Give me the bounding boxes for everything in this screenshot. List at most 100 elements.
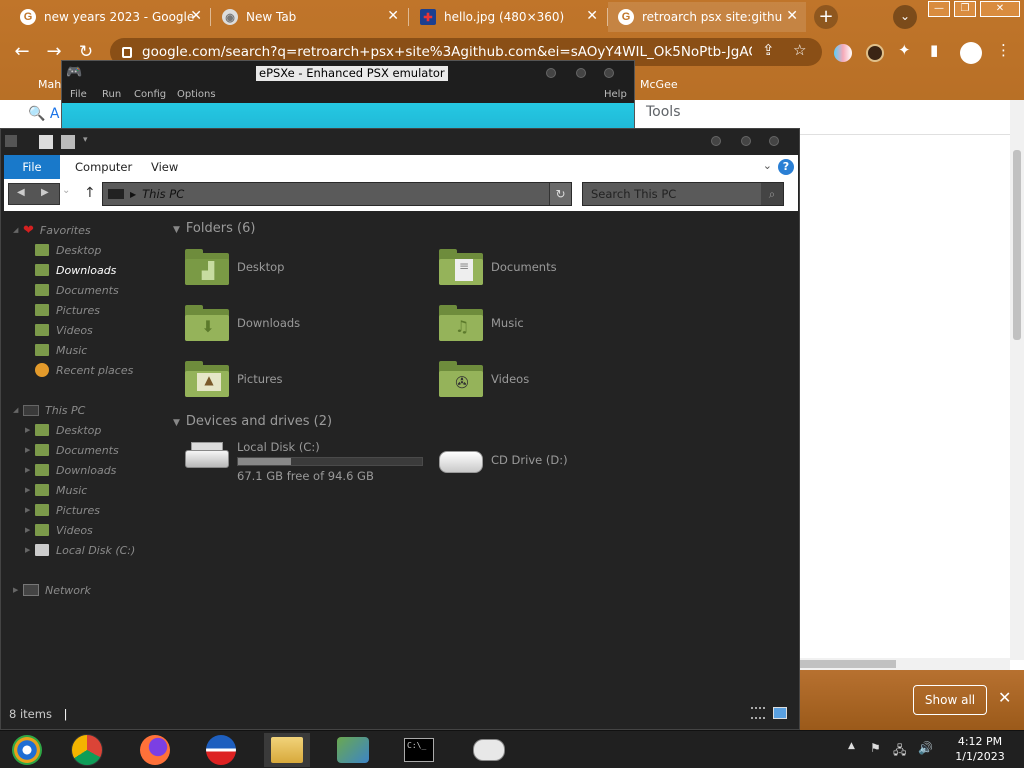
extension-icon[interactable] <box>834 44 852 62</box>
chevron-down-icon[interactable]: ▾ <box>83 135 97 149</box>
large-icons-view-icon[interactable] <box>772 707 787 719</box>
chevron-right-icon[interactable]: ▶ <box>130 190 136 199</box>
tools-link[interactable]: Tools <box>646 104 681 120</box>
bookmark-item[interactable]: Mah <box>38 78 61 91</box>
show-all-button[interactable]: Show all <box>913 685 987 715</box>
chevron-right-icon[interactable]: ▶ <box>25 506 35 514</box>
close-button[interactable] <box>769 136 779 146</box>
back-button[interactable]: ← <box>10 40 34 64</box>
expand-icon[interactable]: ◢ <box>13 406 23 414</box>
maximize-button[interactable] <box>576 68 586 78</box>
close-icon[interactable]: ✕ <box>998 688 1011 707</box>
collapse-icon[interactable]: ▼ <box>173 225 180 235</box>
nav-pc-desktop[interactable]: ▶ Desktop <box>25 421 101 439</box>
nav-favorites-pictures[interactable]: Pictures <box>35 301 100 319</box>
extension-icon[interactable] <box>866 44 884 62</box>
back-arrow-icon[interactable]: ◀ <box>17 187 25 198</box>
nav-this-pc[interactable]: ◢ This PC <box>13 401 85 419</box>
recent-locations-icon[interactable]: ⌄ <box>62 185 70 196</box>
forward-arrow-icon[interactable]: ▶ <box>41 187 49 198</box>
folder-item-downloads[interactable]: ⬇ Downloads <box>185 305 300 341</box>
profile-avatar-icon[interactable] <box>960 42 982 64</box>
nav-favorites-desktop[interactable]: Desktop <box>35 241 101 259</box>
folder-item-pictures[interactable]: ▲ Pictures <box>185 361 283 397</box>
drive-item-local-disk[interactable]: Local Disk (C:) 67.1 GB free of 94.6 GB <box>185 440 423 483</box>
properties-icon[interactable] <box>39 135 53 149</box>
share-icon[interactable]: ⇪ <box>762 41 775 59</box>
chevron-right-icon[interactable]: ▶ <box>13 586 23 594</box>
horizontal-scrollbar[interactable] <box>800 658 1010 670</box>
folder-item-desktop[interactable]: ▟ Desktop <box>185 249 284 285</box>
chevron-right-icon[interactable]: ▶ <box>25 526 35 534</box>
action-center-flag-icon[interactable]: ⚑ <box>870 741 881 755</box>
chevron-right-icon[interactable]: ▶ <box>25 426 35 434</box>
bookmark-item[interactable]: McGee <box>640 78 678 91</box>
search-input[interactable]: Search This PC ⌕ <box>582 182 784 206</box>
vertical-scrollbar[interactable] <box>1010 100 1024 660</box>
taskbar-cmd[interactable]: C:\_ <box>396 733 442 767</box>
tab-computer[interactable]: Computer <box>75 155 132 179</box>
browser-tab-active[interactable]: G retroarch psx site:githu ✕ <box>608 2 806 32</box>
chevron-right-icon[interactable]: ▶ <box>25 466 35 474</box>
close-tab-icon[interactable]: ✕ <box>586 8 598 24</box>
chevron-down-icon[interactable]: ⌄ <box>763 159 772 172</box>
folders-group-header[interactable]: ▼ Folders (6) <box>173 221 255 236</box>
help-icon[interactable]: ? <box>778 159 794 175</box>
scroll-thumb[interactable] <box>800 660 896 668</box>
tab-search-button[interactable]: ⌄ <box>893 5 917 29</box>
minimize-button[interactable] <box>546 68 556 78</box>
menu-file[interactable]: File <box>70 89 87 100</box>
address-field[interactable]: ▶ This PC ↻ <box>102 182 572 206</box>
menu-kebab-icon[interactable]: ⋮ <box>996 41 1011 59</box>
minimize-button[interactable]: — <box>928 1 950 17</box>
start-button[interactable] <box>4 733 50 767</box>
nav-favorites-videos[interactable]: Videos <box>35 321 93 339</box>
browser-tab[interactable]: ◉ New Tab ✕ <box>212 2 407 32</box>
menu-run[interactable]: Run <box>102 89 121 100</box>
close-tab-icon[interactable]: ✕ <box>786 8 798 24</box>
nav-favorites-recent[interactable]: Recent places <box>35 361 133 379</box>
taskbar-firefox[interactable] <box>132 733 178 767</box>
nav-pc-videos[interactable]: ▶ Videos <box>25 521 93 539</box>
new-folder-icon[interactable] <box>61 135 75 149</box>
collapse-icon[interactable]: ▼ <box>173 418 180 428</box>
nav-favorites[interactable]: ◢ ❤ Favorites <box>13 221 91 239</box>
url-text[interactable]: google.com/search?q=retroarch+psx+site%3… <box>142 44 752 60</box>
search-snippet[interactable]: 🔍 A <box>28 106 59 122</box>
close-button[interactable] <box>604 68 614 78</box>
folder-item-music[interactable]: ♫ Music <box>439 305 524 341</box>
close-window-button[interactable]: ✕ <box>980 1 1020 17</box>
nav-favorites-documents[interactable]: Documents <box>35 281 119 299</box>
nav-pc-documents[interactable]: ▶ Documents <box>25 441 119 459</box>
taskbar-file-explorer[interactable] <box>264 733 310 767</box>
browser-tab[interactable]: ✚ hello.jpg (480×360) ✕ <box>410 2 606 32</box>
expand-icon[interactable]: ◢ <box>13 226 23 234</box>
new-tab-button[interactable]: + <box>814 5 838 29</box>
menu-options[interactable]: Options <box>177 89 216 100</box>
taskbar-network-app[interactable] <box>330 733 376 767</box>
close-tab-icon[interactable]: ✕ <box>190 8 202 24</box>
minimize-button[interactable] <box>711 136 721 146</box>
nav-pc-local-disk[interactable]: ▶ Local Disk (C:) <box>25 541 135 559</box>
side-panel-icon[interactable]: ▮ <box>930 41 938 59</box>
network-status-icon[interactable]: 🖧 <box>893 741 906 762</box>
chevron-right-icon[interactable]: ▶ <box>25 546 35 554</box>
close-tab-icon[interactable]: ✕ <box>387 8 399 24</box>
menu-help[interactable]: Help <box>604 89 627 100</box>
system-clock[interactable]: 4:12 PM 1/1/2023 <box>944 734 1016 764</box>
refresh-icon[interactable]: ↻ <box>549 183 571 205</box>
chevron-right-icon[interactable]: ▶ <box>25 446 35 454</box>
search-icon[interactable]: ⌕ <box>761 183 783 205</box>
maximize-button[interactable]: ❐ <box>954 1 976 17</box>
chevron-right-icon[interactable]: ▶ <box>25 486 35 494</box>
bookmark-star-icon[interactable]: ☆ <box>793 41 806 59</box>
nav-favorites-music[interactable]: Music <box>35 341 87 359</box>
tab-view[interactable]: View <box>151 155 178 179</box>
devices-group-header[interactable]: ▼ Devices and drives (2) <box>173 414 332 429</box>
details-view-icon[interactable] <box>751 707 765 719</box>
drive-item-cd[interactable]: CD Drive (D:) <box>439 445 568 475</box>
tab-file[interactable]: File <box>4 155 60 179</box>
show-hidden-icons-icon[interactable]: ▲ <box>848 741 855 751</box>
volume-icon[interactable]: 🔊 <box>918 741 933 755</box>
menu-config[interactable]: Config <box>134 89 166 100</box>
